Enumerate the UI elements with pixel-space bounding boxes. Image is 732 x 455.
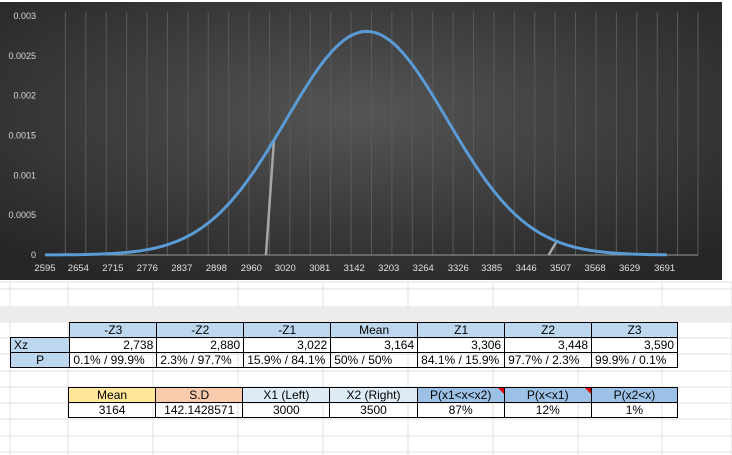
xz-cell[interactable]: 3,306 <box>417 337 506 353</box>
sd-value[interactable]: 142.1428571 <box>155 402 244 418</box>
x-tick-label: 2654 <box>68 263 89 274</box>
p-row: P 0.1% / 99.9% 2.3% / 97.7% 15.9% / 84.1… <box>9 352 678 368</box>
y-tick-label: 0.001 <box>13 170 36 180</box>
x-tick-label: 2776 <box>137 263 158 274</box>
p-between-header-label: P(x1<x<x2) <box>429 388 492 402</box>
x1-header[interactable]: X1 (Left) <box>242 387 331 403</box>
y-tick-label: 0.0025 <box>8 51 36 61</box>
x-tick-label: 2715 <box>102 263 123 274</box>
y-tick-label: 0.003 <box>13 11 36 21</box>
x-tick-label: 3507 <box>550 263 571 274</box>
x-tick-label: 3081 <box>309 263 330 274</box>
sd-header[interactable]: S.D <box>155 387 244 403</box>
z-header[interactable]: Z1 <box>417 322 506 338</box>
y-tick-label: 0 <box>31 250 36 260</box>
x-tick-label: 3020 <box>275 263 296 274</box>
p-left-header-label: P(x<x1) <box>526 388 569 402</box>
comment-flag-icon[interactable] <box>584 388 591 394</box>
xz-cell[interactable]: 2,738 <box>69 337 158 353</box>
mean-header[interactable]: Mean <box>67 387 157 403</box>
input-header-row: Mean S.D X1 (Left) X2 (Right) P(x1<x<x2)… <box>67 387 679 403</box>
p-cell[interactable]: 84.1% / 15.9% <box>417 352 506 368</box>
xz-cell[interactable]: 3,448 <box>504 337 593 353</box>
normal-distribution-chart[interactable]: 0 0.0005 0.001 0.0015 0.002 0.0025 0.003 2595 2… <box>0 0 732 282</box>
x-tick-label: 3142 <box>344 263 365 274</box>
input-value-row: 3164 142.1428571 3000 3500 87% 12% 1% <box>67 402 679 418</box>
x-tick-label: 2960 <box>241 263 262 274</box>
p-cell[interactable]: 0.1% / 99.9% <box>69 352 158 368</box>
x1-value[interactable]: 3000 <box>242 402 331 418</box>
z-header-row: -Z3 -Z2 -Z1 Mean Z1 Z2 Z3 <box>11 322 678 338</box>
xz-cell[interactable]: 3,022 <box>243 337 332 353</box>
x-tick-label: 2898 <box>206 263 227 274</box>
x-tick-label: 3691 <box>654 263 675 274</box>
p-cell[interactable]: 97.7% / 2.3% <box>504 352 593 368</box>
z-header[interactable]: -Z3 <box>69 322 158 338</box>
xz-cell[interactable]: 3,590 <box>591 337 678 353</box>
x-tick-label: 3326 <box>448 263 469 274</box>
x-tick-label: 2595 <box>34 263 55 274</box>
z-header[interactable]: Mean <box>330 322 419 338</box>
p-cell[interactable]: 99.9% / 0.1% <box>591 352 678 368</box>
z-header[interactable]: Z3 <box>591 322 678 338</box>
x-tick-label: 3385 <box>481 263 502 274</box>
comment-flag-icon[interactable] <box>497 388 504 394</box>
p-cell[interactable]: 15.9% / 84.1% <box>243 352 332 368</box>
y-tick-label: 0.0015 <box>8 131 36 141</box>
x-tick-label: 2837 <box>171 263 192 274</box>
sheet-band <box>0 307 732 322</box>
input-table: Mean S.D X1 (Left) X2 (Right) P(x1<x<x2)… <box>67 387 679 418</box>
p-between-value[interactable]: 87% <box>416 402 505 418</box>
xz-cell[interactable]: 3,164 <box>330 337 419 353</box>
p-right-header[interactable]: P(x2<x) <box>590 387 679 403</box>
xz-row: Xz 2,738 2,880 3,022 3,164 3,306 3,448 3… <box>9 337 678 353</box>
xz-label[interactable]: Xz <box>9 337 71 353</box>
z-score-table: -Z3 -Z2 -Z1 Mean Z1 Z2 Z3 Xz 2,738 2,880… <box>9 322 678 368</box>
y-tick-label: 0.002 <box>13 91 36 101</box>
y-tick-label: 0.0005 <box>8 210 36 220</box>
xz-cell[interactable]: 2,880 <box>156 337 245 353</box>
x-tick-label: 3568 <box>585 263 606 274</box>
p-between-header[interactable]: P(x1<x<x2) <box>416 387 505 403</box>
z-header[interactable]: -Z2 <box>156 322 245 338</box>
p-left-header[interactable]: P(x<x1) <box>503 387 592 403</box>
p-cell[interactable]: 50% / 50% <box>330 352 419 368</box>
p-label[interactable]: P <box>9 352 71 368</box>
x2-header[interactable]: X2 (Right) <box>329 387 418 403</box>
x2-value[interactable]: 3500 <box>329 402 418 418</box>
x-tick-label: 3203 <box>378 263 399 274</box>
chart-background <box>0 2 722 280</box>
x-tick-label: 3629 <box>619 263 640 274</box>
p-left-value[interactable]: 12% <box>503 402 592 418</box>
x-tick-label: 3446 <box>516 263 537 274</box>
p-right-value[interactable]: 1% <box>590 402 679 418</box>
mean-value[interactable]: 3164 <box>67 402 157 418</box>
p-cell[interactable]: 2.3% / 97.7% <box>156 352 245 368</box>
x-tick-label: 3264 <box>413 263 434 274</box>
z-header[interactable]: -Z1 <box>243 322 332 338</box>
z-header[interactable]: Z2 <box>504 322 593 338</box>
